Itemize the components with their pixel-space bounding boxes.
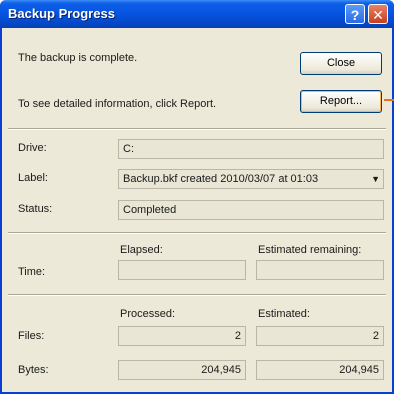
- report-pointer-arrow: [384, 99, 394, 101]
- window-title: Backup Progress: [8, 6, 115, 21]
- title-bar[interactable]: Backup Progress ? ✕: [0, 0, 394, 28]
- estimated-header: Estimated:: [258, 308, 310, 320]
- status-field: Completed: [118, 200, 384, 220]
- files-estimated-field: 2: [256, 326, 384, 346]
- help-icon[interactable]: ?: [345, 4, 365, 24]
- bytes-estimated-field: 204,945: [256, 360, 384, 380]
- drive-label: Drive:: [18, 142, 47, 154]
- separator: [8, 232, 386, 234]
- files-label: Files:: [18, 330, 45, 342]
- dialog-content: The backup is complete. Close To see det…: [2, 28, 394, 392]
- details-message: To see detailed information, click Repor…: [18, 98, 217, 110]
- bytes-label: Bytes:: [18, 364, 49, 376]
- label-label: Label:: [18, 172, 48, 184]
- chevron-down-icon[interactable]: ▼: [371, 170, 380, 188]
- drive-field: C:: [118, 139, 384, 159]
- bytes-processed-field: 204,945: [118, 360, 246, 380]
- separator: [8, 294, 386, 296]
- report-button[interactable]: Report...: [300, 90, 382, 113]
- label-field[interactable]: Backup.bkf created 2010/03/07 at 01:03 ▼: [118, 169, 384, 189]
- elapsed-header: Elapsed:: [120, 244, 163, 256]
- files-processed-field: 2: [118, 326, 246, 346]
- separator: [8, 128, 386, 130]
- remaining-field: [256, 260, 384, 280]
- remaining-header: Estimated remaining:: [258, 244, 362, 256]
- complete-message: The backup is complete.: [18, 52, 138, 64]
- processed-header: Processed:: [120, 308, 176, 320]
- backup-progress-window: Backup Progress ? ✕ The backup is comple…: [0, 0, 394, 394]
- time-label: Time:: [18, 266, 46, 278]
- elapsed-field: [118, 260, 246, 280]
- close-button[interactable]: Close: [300, 52, 382, 75]
- label-value: Backup.bkf created 2010/03/07 at 01:03: [123, 173, 325, 185]
- close-icon[interactable]: ✕: [368, 4, 388, 24]
- status-label: Status:: [18, 203, 53, 215]
